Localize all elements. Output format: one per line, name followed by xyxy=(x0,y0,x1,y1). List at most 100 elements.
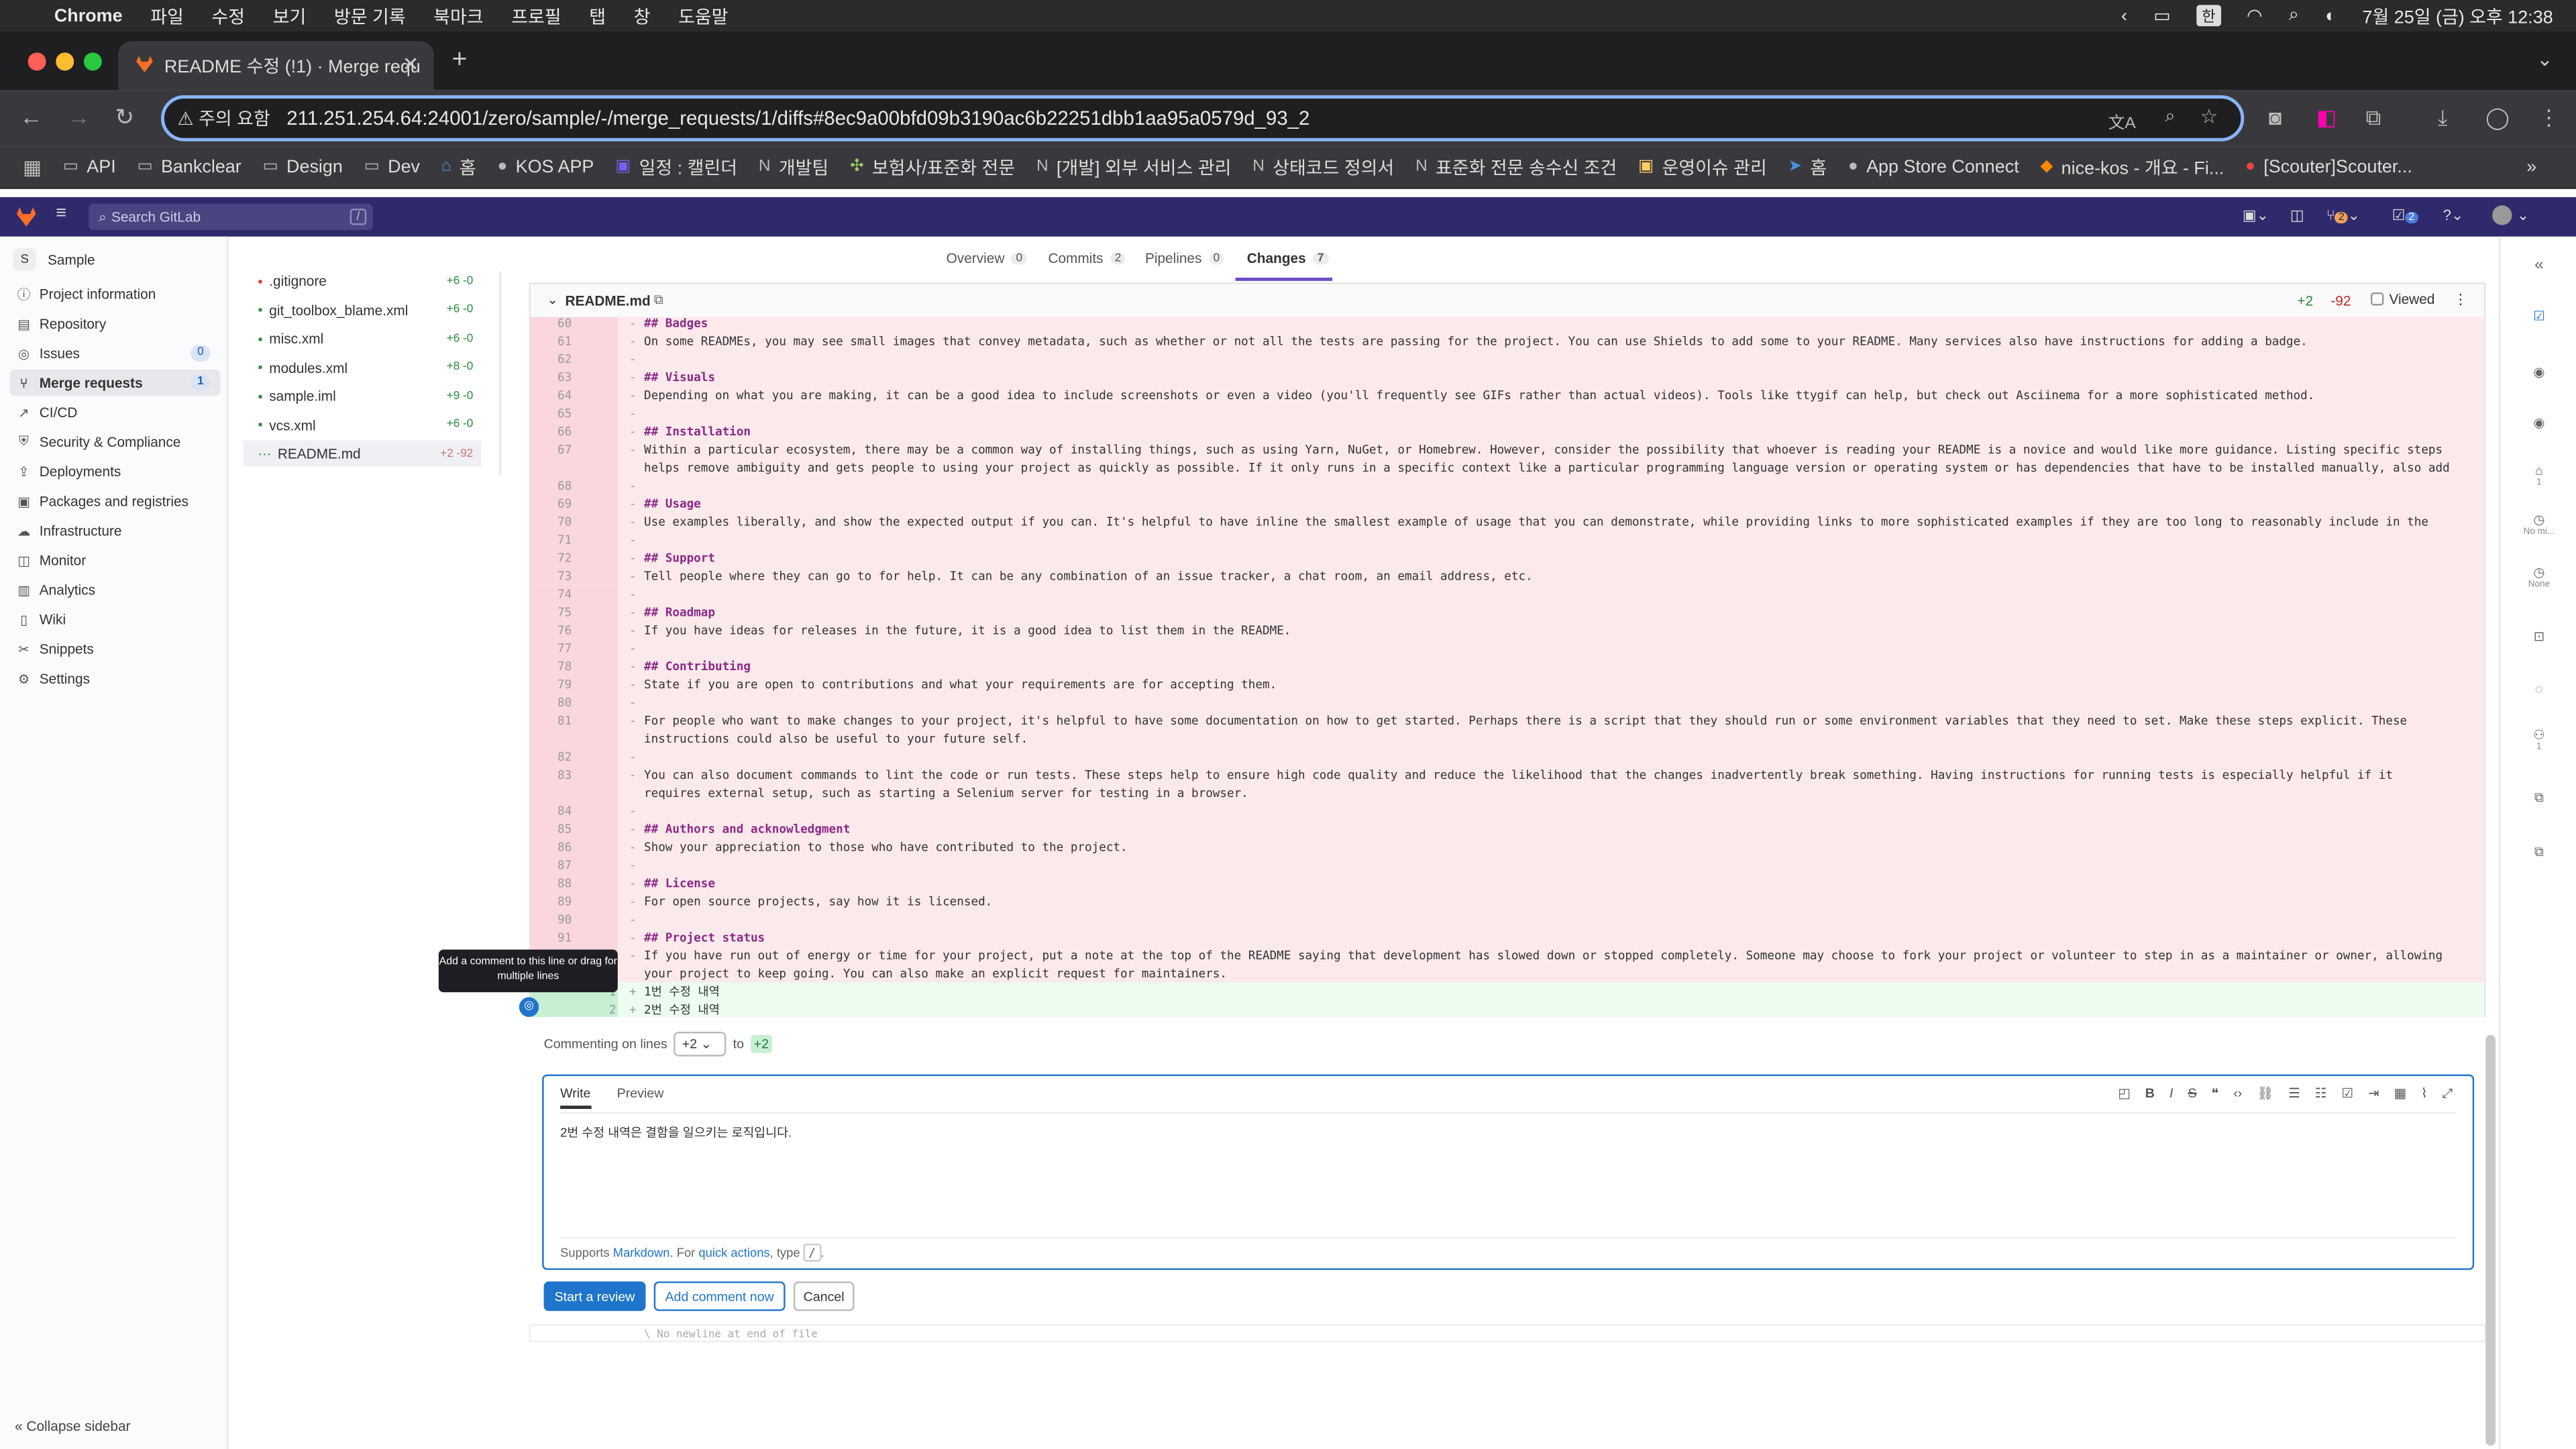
close-tab-icon[interactable]: ✕ xyxy=(402,52,419,75)
old-line-number[interactable]: 81 xyxy=(531,711,572,729)
bullet-list-icon[interactable]: ☰ xyxy=(2288,1086,2300,1102)
labels-icon[interactable]: ⌂ 1 xyxy=(2500,464,2576,488)
link-icon[interactable]: ⛓ xyxy=(2257,1086,2273,1102)
sidebar-item-snippets[interactable]: ✂ Snippets xyxy=(10,636,220,662)
bookmark-folder[interactable]: ▭ Design xyxy=(263,157,343,176)
bookmark-folder[interactable]: ▭ Dev xyxy=(364,157,420,176)
tab-pipelines[interactable]: Pipelines 0 xyxy=(1145,250,1225,266)
back-icon[interactable]: ← xyxy=(19,103,42,129)
old-line-number[interactable]: 69 xyxy=(531,494,572,513)
italic-icon[interactable]: I xyxy=(2169,1086,2173,1102)
diff-line[interactable]: 65 - xyxy=(531,404,2484,423)
numbered-list-icon[interactable]: ☷ xyxy=(2315,1086,2327,1102)
input-source-icon[interactable]: 한 xyxy=(2196,5,2220,27)
old-line-number[interactable]: 86 xyxy=(531,838,572,856)
bookmark-item[interactable]: ● KOS APP xyxy=(498,157,594,176)
diff-line[interactable]: 78 - ## Contributing xyxy=(531,657,2484,676)
zoom-window-button[interactable] xyxy=(83,52,102,71)
diff-filename[interactable]: README.md xyxy=(565,292,650,309)
diff-line[interactable]: 69 - ## Usage xyxy=(531,494,2484,513)
menu-help[interactable]: 도움말 xyxy=(678,3,728,29)
menu-tab[interactable]: 탭 xyxy=(589,3,606,29)
issues-header-icon[interactable]: ◫ xyxy=(2290,207,2304,225)
bookmark-folder[interactable]: ▭ Bankclear xyxy=(138,157,241,176)
diff-line[interactable]: 62 - xyxy=(531,350,2484,368)
old-line-number[interactable]: 61 xyxy=(531,332,572,350)
tab-commits[interactable]: Commits 2 xyxy=(1048,250,1126,266)
copy-email-icon[interactable]: ⧉ xyxy=(2500,845,2576,861)
sidebar-item-infrastructure[interactable]: ☁ Infrastructure xyxy=(10,517,220,543)
bookmark-item[interactable]: ▣ 운영이슈 관리 xyxy=(1638,154,1767,180)
old-line-number[interactable]: 62 xyxy=(531,350,572,368)
sidebar-item-packages-and-registries[interactable]: ▣ Packages and registries xyxy=(10,488,220,514)
create-new-icon[interactable]: ▣⌄ xyxy=(2243,207,2269,225)
diff-line[interactable]: 63 - ## Visuals xyxy=(531,368,2484,386)
diff-line[interactable]: 71 - xyxy=(531,531,2484,549)
diff-line[interactable]: 67- Within a particular ecosystem, there … xyxy=(531,440,2484,493)
menu-edit[interactable]: 수정 xyxy=(211,3,245,29)
old-line-number[interactable]: 84 xyxy=(531,802,572,820)
menu-app[interactable]: Chrome xyxy=(54,6,123,25)
time-tracking-icon[interactable]: ◷ None xyxy=(2500,565,2576,590)
file-tree-item[interactable]: ▪ .gitignore +6 -0 xyxy=(243,268,481,294)
diff-line[interactable]: 1+1번 수정 내역 xyxy=(531,982,2484,1001)
bookmark-item[interactable]: ➤ 홈 xyxy=(1788,154,1827,180)
bookmark-item[interactable]: ◆ nice-kos - 개요 - Fi... xyxy=(2041,154,2224,180)
file-options-icon[interactable]: ⋮ xyxy=(2454,290,2468,309)
todo-add-icon[interactable]: ☑ xyxy=(2500,309,2576,323)
diff-line[interactable]: 77 - xyxy=(531,639,2484,657)
user-avatar[interactable] xyxy=(2492,205,2512,225)
viewed-checkbox[interactable]: Viewed xyxy=(2371,290,2434,307)
sidebar-item-security-compliance[interactable]: ⛨ Security & Compliance xyxy=(10,429,220,455)
close-window-button[interactable] xyxy=(28,52,46,71)
old-line-number[interactable]: 65 xyxy=(531,404,572,422)
indent-icon[interactable]: ⇥ xyxy=(2368,1086,2379,1102)
diff-line[interactable]: 90 - xyxy=(531,910,2484,928)
diff-line[interactable]: 61 - On some READMEs, you may see small im… xyxy=(531,331,2484,350)
bookmark-item[interactable]: ● [Scouter]Scouter... xyxy=(2245,157,2412,176)
comment-editor[interactable]: Write Preview ◰ B I S ❝ ‹› ⛓ ☰ ☷ ☑ ⇥ ▦ ⌇… xyxy=(542,1074,2475,1271)
milestone-icon[interactable]: ◷ No mi... xyxy=(2500,513,2576,537)
file-tree-item[interactable]: ⋯ README.md +2 -92 xyxy=(243,440,482,467)
cancel-button[interactable]: Cancel xyxy=(793,1281,855,1311)
sidebar-item-wiki[interactable]: ▯ Wiki xyxy=(10,606,220,633)
new-tab-icon[interactable]: + xyxy=(451,46,467,76)
bookmark-item[interactable]: N 상태코드 정의서 xyxy=(1252,154,1394,180)
diff-line[interactable]: 74 - xyxy=(531,584,2484,603)
code-icon[interactable]: ‹› xyxy=(2233,1086,2242,1102)
collapse-right-sidebar-icon[interactable]: « xyxy=(2500,256,2576,274)
diff-line[interactable]: 70- Use examples liberally, and show the … xyxy=(531,513,2484,547)
profile-icon[interactable]: ◯ xyxy=(2485,105,2510,131)
old-line-number[interactable]: 72 xyxy=(531,549,572,567)
bookmark-item[interactable]: ● App Store Connect xyxy=(1848,157,2019,176)
hamburger-menu-icon[interactable]: ≡ xyxy=(56,204,66,223)
diff-line[interactable]: 83 - You can also document commands to lin… xyxy=(531,765,2484,802)
diff-line[interactable]: 91 - ## Project status xyxy=(531,928,2484,947)
tab-preview[interactable]: Preview xyxy=(617,1086,664,1109)
forward-icon[interactable]: → xyxy=(67,103,90,129)
old-line-number[interactable]: 91 xyxy=(531,928,572,947)
bookmark-item[interactable]: ✣ 보험사/표준화 전문 xyxy=(850,154,1015,180)
old-line-number[interactable]: 74 xyxy=(531,585,572,603)
old-line-number[interactable]: 64 xyxy=(531,386,572,405)
diff-line[interactable]: 82 - xyxy=(531,747,2484,766)
task-list-icon[interactable]: ☑ xyxy=(2341,1086,2353,1102)
tab-overview[interactable]: Overview 0 xyxy=(947,250,1028,266)
project-link[interactable]: S Sample xyxy=(13,248,95,272)
diff-line[interactable]: 73 - Tell people where they can go to for … xyxy=(531,566,2484,585)
bookmark-item[interactable]: N [개발] 외부 서비스 관리 xyxy=(1036,154,1231,180)
diff-line[interactable]: 80 - xyxy=(531,693,2484,712)
diff-line[interactable]: 81 - For people who want to make changes t… xyxy=(531,711,2484,748)
old-line-number[interactable]: 77 xyxy=(531,639,572,657)
copy-reference-icon[interactable]: ⧉ xyxy=(2500,790,2576,806)
minimize-window-button[interactable] xyxy=(56,52,74,71)
suggestion-icon[interactable]: ◰ xyxy=(2118,1086,2131,1102)
old-line-number[interactable]: 90 xyxy=(531,910,572,928)
more-bookmarks-icon[interactable]: » xyxy=(2526,157,2536,176)
tab-changes[interactable]: Changes 7 xyxy=(1247,250,1329,266)
chevron-down-icon[interactable]: ⌄ xyxy=(2517,207,2529,225)
extensions-icon[interactable]: ⧉ xyxy=(2366,105,2381,131)
old-line-number[interactable]: 88 xyxy=(531,874,572,892)
chevron-left-icon[interactable]: ‹ xyxy=(2121,6,2127,25)
file-tree-item[interactable]: ▪ vcs.xml +6 -0 xyxy=(243,411,481,437)
